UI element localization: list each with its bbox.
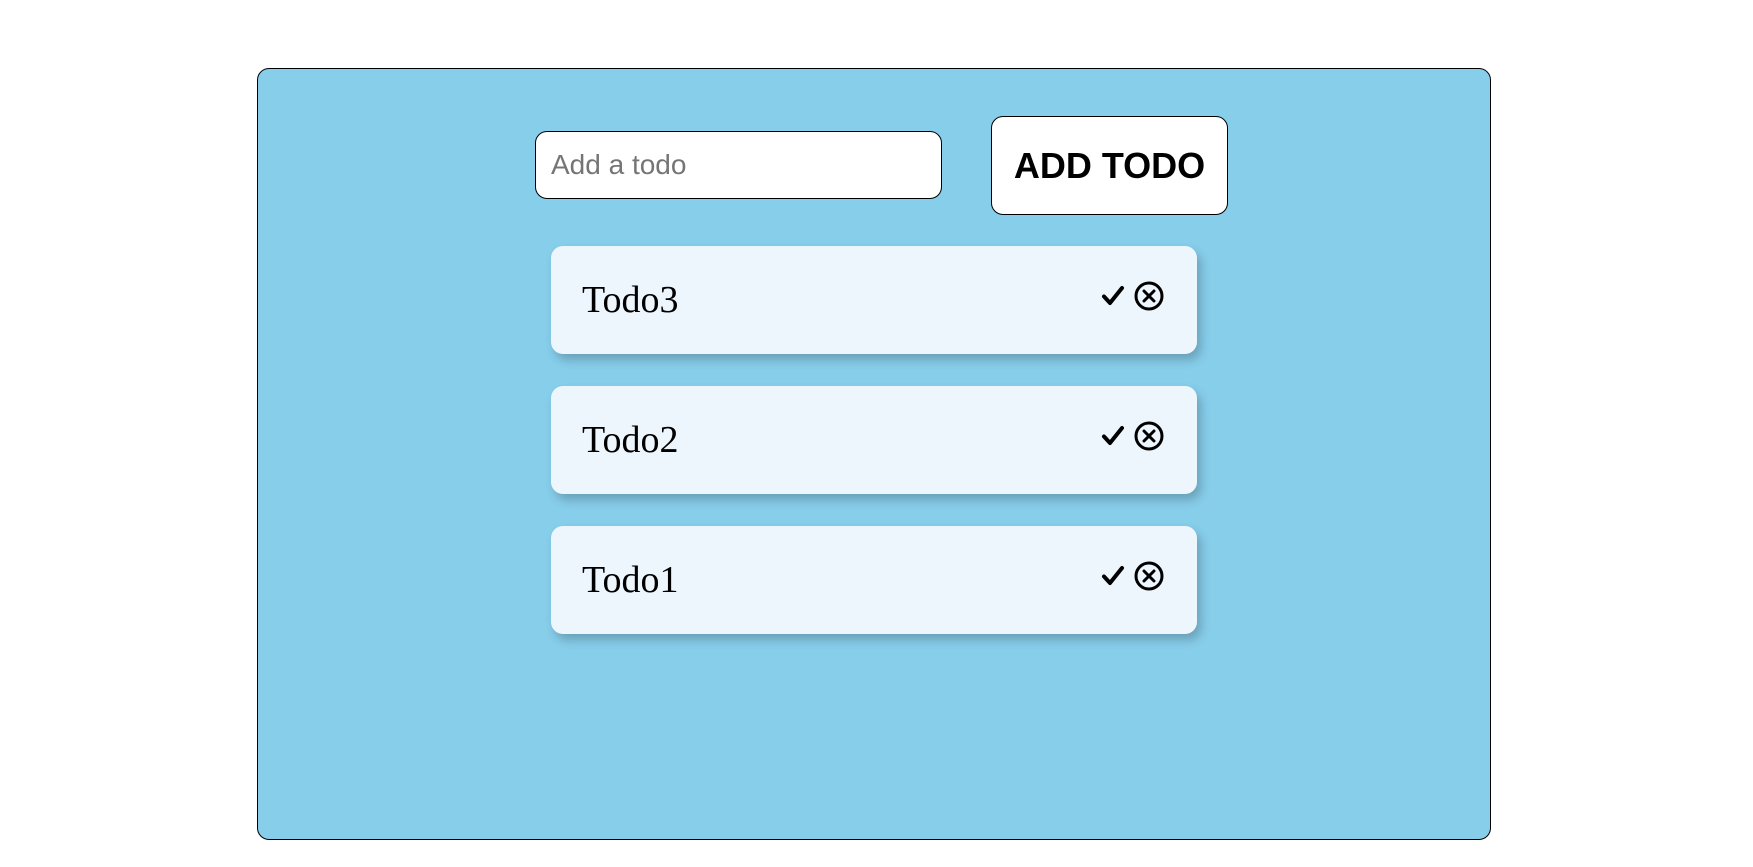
close-circle-icon[interactable] — [1133, 560, 1165, 592]
todo-app-panel: ADD TODO Todo3 Todo2 — [257, 68, 1491, 840]
todo-actions — [1101, 420, 1165, 452]
todo-text: Todo3 — [582, 279, 679, 321]
todo-item: Todo1 — [551, 526, 1197, 634]
close-circle-icon[interactable] — [1133, 280, 1165, 312]
todo-item: Todo2 — [551, 386, 1197, 494]
close-circle-icon[interactable] — [1133, 420, 1165, 452]
check-icon[interactable] — [1101, 284, 1125, 308]
check-icon[interactable] — [1101, 424, 1125, 448]
add-todo-button[interactable]: ADD TODO — [991, 116, 1228, 215]
todo-list: Todo3 Todo2 Todo1 — [551, 246, 1197, 666]
todo-item: Todo3 — [551, 246, 1197, 354]
todo-input[interactable] — [535, 131, 942, 199]
todo-text: Todo2 — [582, 419, 679, 461]
todo-text: Todo1 — [582, 559, 679, 601]
todo-actions — [1101, 280, 1165, 312]
todo-actions — [1101, 560, 1165, 592]
check-icon[interactable] — [1101, 564, 1125, 588]
